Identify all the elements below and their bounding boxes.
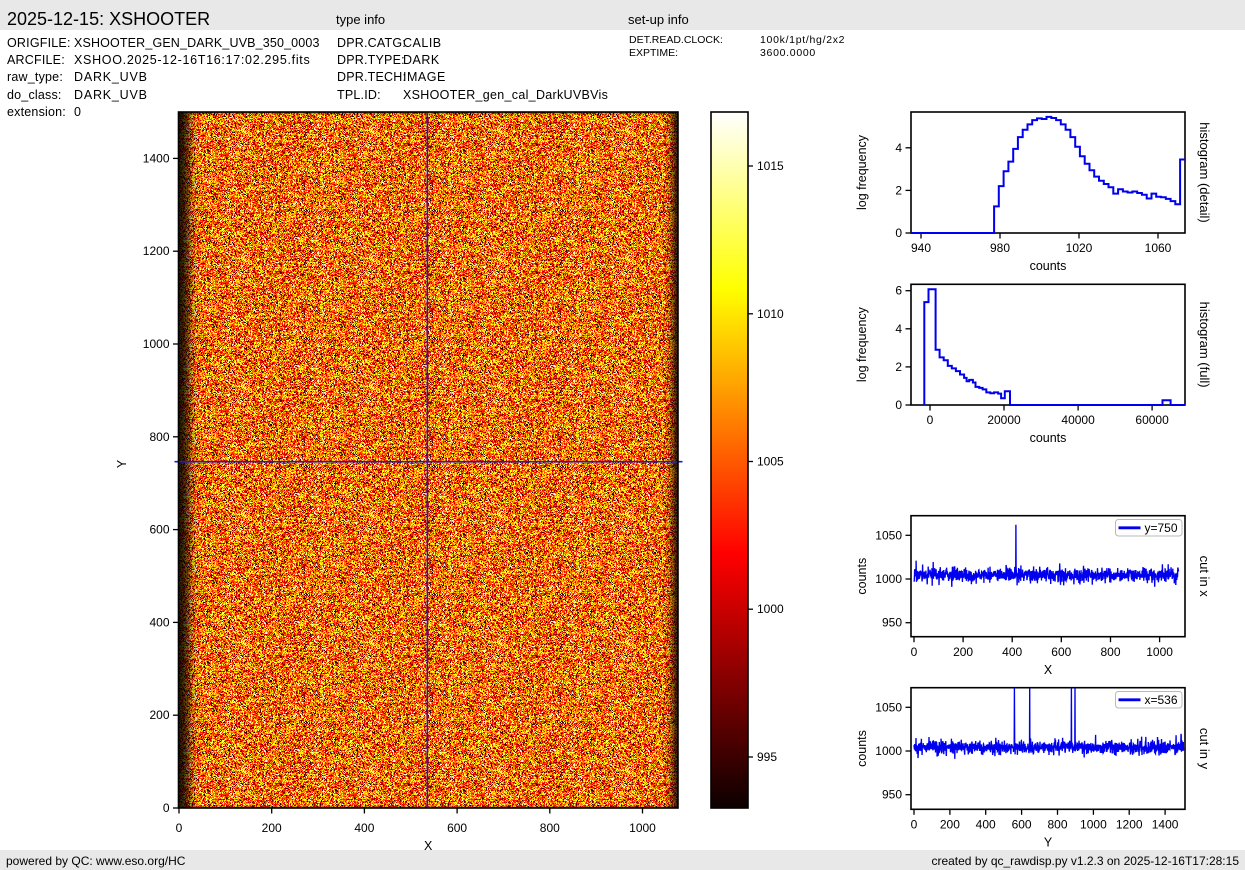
svg-text:1000: 1000	[1146, 645, 1173, 659]
svg-text:histogram (detail): histogram (detail)	[1197, 122, 1212, 222]
svg-text:1000: 1000	[875, 744, 902, 758]
svg-text:950: 950	[882, 788, 902, 802]
svg-text:800: 800	[540, 821, 560, 835]
svg-text:0: 0	[895, 226, 902, 240]
svg-text:1050: 1050	[875, 700, 902, 714]
svg-text:0: 0	[163, 801, 170, 815]
svg-text:1200: 1200	[143, 244, 170, 258]
svg-text:cut in x: cut in x	[1197, 556, 1212, 598]
svg-text:y=750: y=750	[1145, 521, 1178, 535]
svg-text:1400: 1400	[1152, 818, 1179, 832]
svg-text:X: X	[1044, 663, 1053, 677]
svg-text:400: 400	[354, 821, 374, 835]
svg-text:800: 800	[149, 430, 169, 444]
svg-text:x=536: x=536	[1145, 693, 1178, 707]
svg-text:200: 200	[940, 818, 960, 832]
svg-text:1015: 1015	[757, 159, 784, 173]
svg-text:200: 200	[149, 708, 169, 722]
svg-text:940: 940	[911, 241, 931, 255]
svg-text:400: 400	[1002, 645, 1022, 659]
svg-text:400: 400	[976, 818, 996, 832]
svg-text:Y: Y	[1044, 836, 1053, 850]
svg-text:0: 0	[911, 818, 918, 832]
svg-text:1050: 1050	[875, 528, 902, 542]
svg-text:1000: 1000	[1080, 818, 1107, 832]
svg-text:2: 2	[895, 183, 902, 197]
svg-text:600: 600	[149, 523, 169, 537]
svg-text:1020: 1020	[1066, 241, 1093, 255]
svg-text:995: 995	[757, 750, 777, 764]
svg-text:log frequency: log frequency	[855, 134, 869, 210]
svg-text:6: 6	[895, 284, 902, 298]
svg-text:980: 980	[990, 241, 1010, 255]
svg-text:600: 600	[447, 821, 467, 835]
svg-text:600: 600	[1012, 818, 1032, 832]
svg-text:0: 0	[176, 821, 183, 835]
svg-text:cut in y: cut in y	[1197, 728, 1212, 770]
svg-text:4: 4	[895, 141, 902, 155]
svg-text:histogram (full): histogram (full)	[1197, 302, 1212, 388]
svg-text:2: 2	[895, 360, 902, 374]
svg-text:1010: 1010	[757, 307, 784, 321]
svg-text:200: 200	[262, 821, 282, 835]
svg-text:600: 600	[1051, 645, 1071, 659]
svg-text:Y: Y	[115, 459, 129, 468]
svg-text:counts: counts	[1030, 259, 1067, 273]
svg-text:counts: counts	[855, 558, 869, 595]
svg-text:counts: counts	[855, 730, 869, 767]
svg-text:1000: 1000	[757, 602, 784, 616]
svg-text:0: 0	[895, 398, 902, 412]
svg-text:1000: 1000	[143, 337, 170, 351]
svg-text:800: 800	[1047, 818, 1067, 832]
svg-text:1000: 1000	[629, 821, 656, 835]
svg-text:950: 950	[882, 616, 902, 630]
svg-text:1060: 1060	[1145, 241, 1172, 255]
svg-text:4: 4	[895, 322, 902, 336]
svg-text:1000: 1000	[875, 572, 902, 586]
svg-text:log frequency: log frequency	[855, 306, 869, 382]
svg-text:60000: 60000	[1135, 413, 1169, 427]
svg-text:counts: counts	[1030, 431, 1067, 445]
svg-text:40000: 40000	[1061, 413, 1095, 427]
svg-text:200: 200	[953, 645, 973, 659]
svg-text:1200: 1200	[1116, 818, 1143, 832]
svg-text:0: 0	[927, 413, 934, 427]
svg-text:800: 800	[1100, 645, 1120, 659]
svg-text:1400: 1400	[143, 151, 170, 165]
svg-text:0: 0	[911, 645, 918, 659]
svg-text:1005: 1005	[757, 455, 784, 469]
svg-text:20000: 20000	[987, 413, 1021, 427]
svg-text:400: 400	[149, 615, 169, 629]
